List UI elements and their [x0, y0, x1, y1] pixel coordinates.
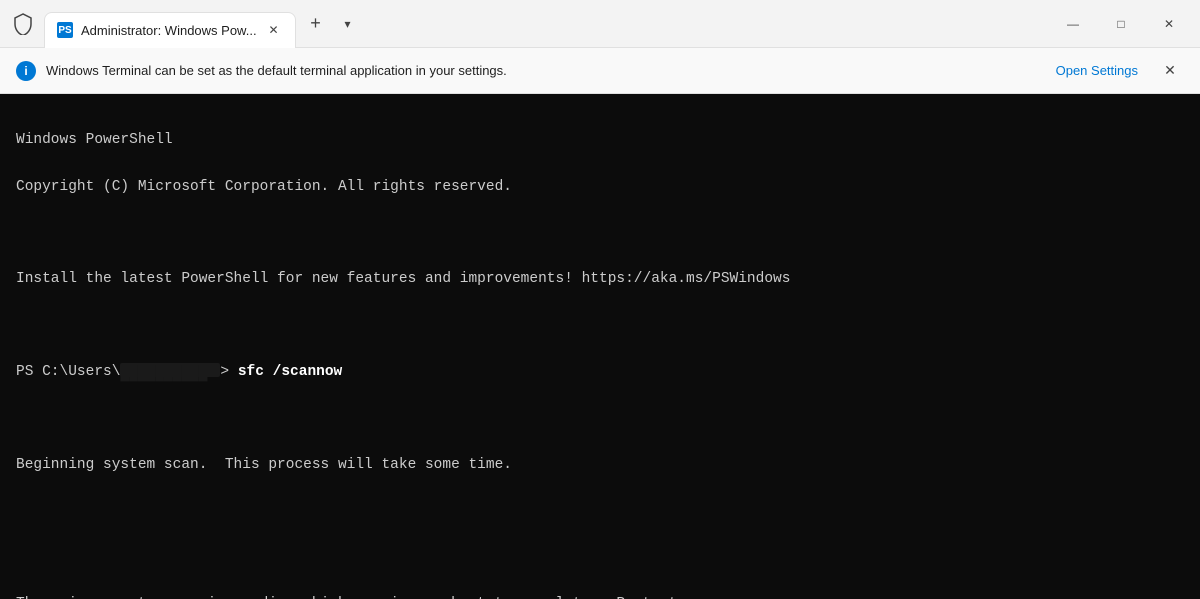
prompt1-suffix: > [220, 364, 237, 380]
title-bar-left: PS Administrator: Windows Pow... ✕ + ▾ [8, 6, 1050, 42]
terminal-output[interactable]: Windows PowerShell Copyright (C) Microso… [0, 94, 1200, 599]
minimize-button[interactable]: — [1050, 8, 1096, 40]
command-1: sfc /scannow [238, 364, 342, 380]
terminal-line-7: Beginning system scan. This process will… [16, 454, 1184, 477]
terminal-line-5 [16, 315, 1184, 338]
new-tab-button[interactable]: + [300, 8, 332, 40]
tab-title: Administrator: Windows Pow... [81, 23, 257, 38]
terminal-line-2: Copyright (C) Microsoft Corporation. All… [16, 176, 1184, 199]
notification-close-button[interactable]: ✕ [1156, 57, 1184, 85]
prompt1-prefix: PS C:\Users\ [16, 364, 120, 380]
terminal-line-10: There is a system repair pending which r… [16, 593, 1184, 599]
window-controls: — □ ✕ [1050, 8, 1192, 40]
shield-icon [8, 9, 38, 39]
tab-dropdown-button[interactable]: ▾ [332, 8, 364, 40]
terminal-line-8 [16, 500, 1184, 523]
terminal-line-1: Windows PowerShell [16, 129, 1184, 152]
notification-text: Windows Terminal can be set as the defau… [46, 63, 1046, 78]
tab-close-button[interactable]: ✕ [265, 21, 283, 39]
info-icon: i [16, 61, 36, 81]
powershell-tab-icon: PS [57, 22, 73, 38]
close-button[interactable]: ✕ [1146, 8, 1192, 40]
maximize-button[interactable]: □ [1098, 8, 1144, 40]
open-settings-link[interactable]: Open Settings [1056, 63, 1138, 78]
terminal-line-9 [16, 547, 1184, 570]
terminal-line-3 [16, 222, 1184, 245]
username-redacted-1: ██████████ [120, 363, 220, 378]
active-tab[interactable]: PS Administrator: Windows Pow... ✕ [44, 12, 296, 48]
terminal-line-6 [16, 407, 1184, 430]
terminal-line-4: Install the latest PowerShell for new fe… [16, 268, 1184, 291]
title-bar: PS Administrator: Windows Pow... ✕ + ▾ —… [0, 0, 1200, 48]
terminal-prompt-1: PS C:\Users\██████████> sfc /scannow [16, 361, 1184, 384]
notification-bar: i Windows Terminal can be set as the def… [0, 48, 1200, 94]
